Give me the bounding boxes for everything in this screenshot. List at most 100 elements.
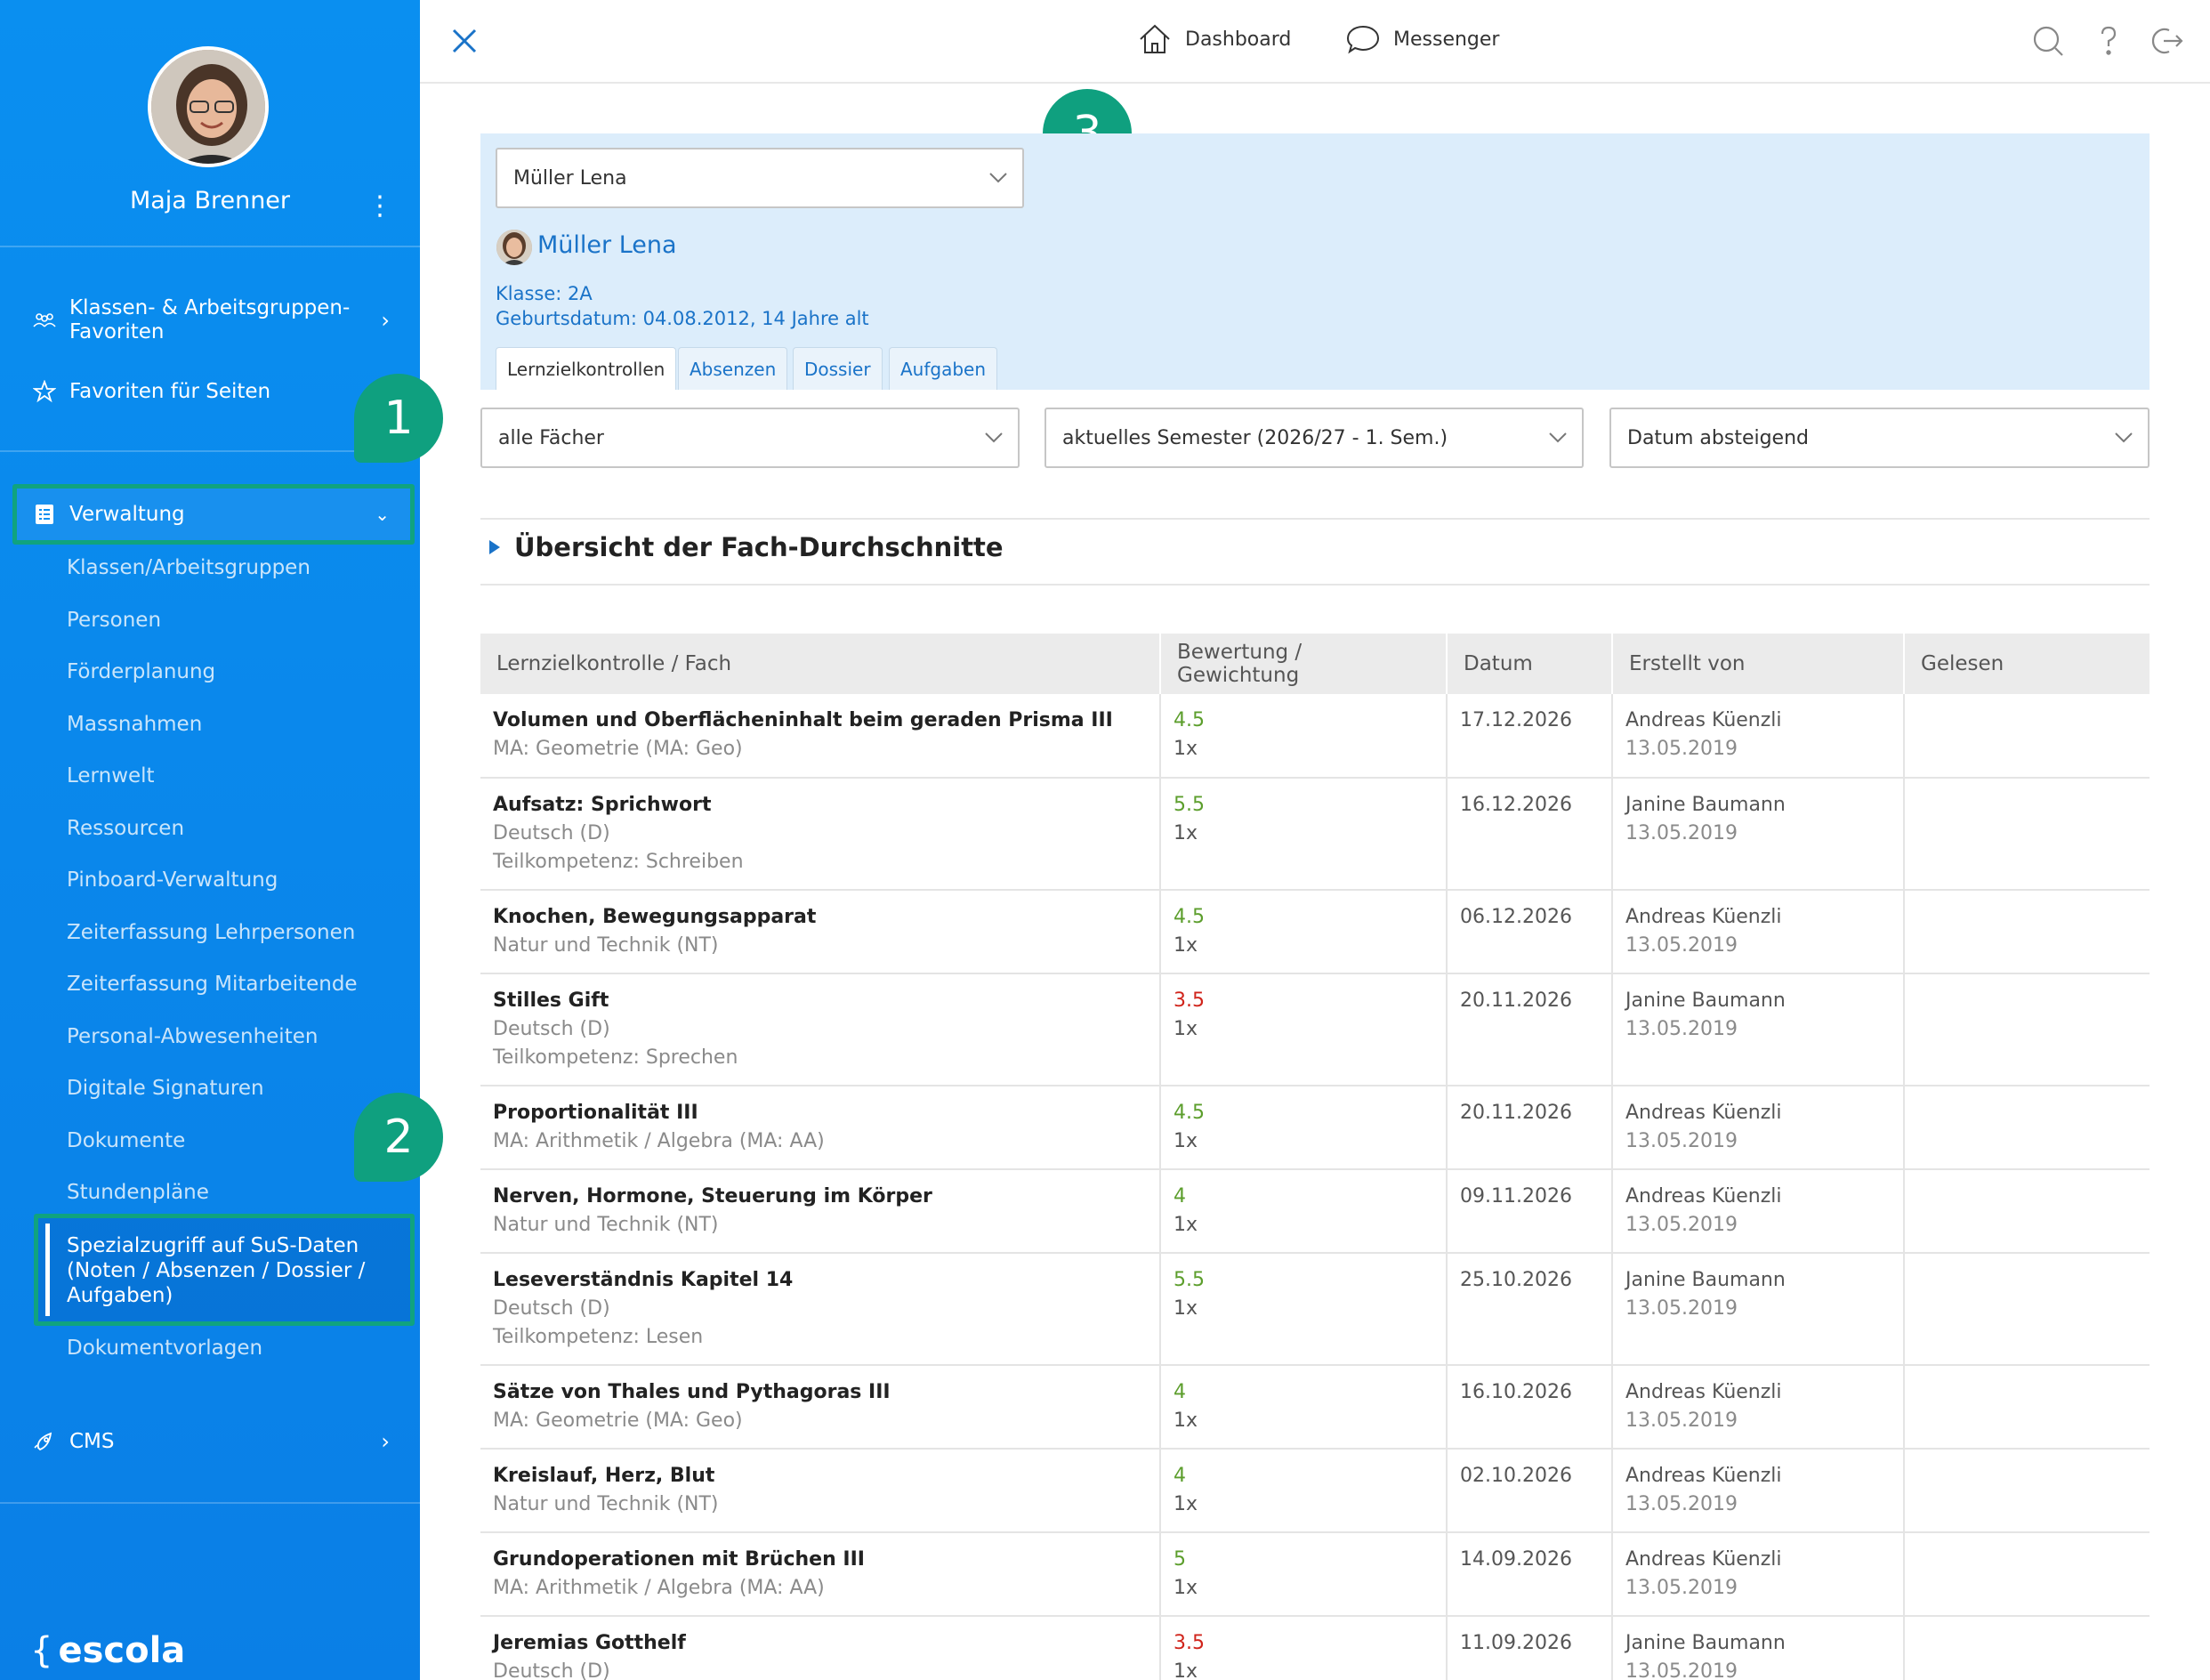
sidebar-item-class-favorites[interactable]: Klassen- & Arbeitsgruppen- Favoriten ›: [0, 294, 420, 347]
sidebar-subitem-personen[interactable]: Personen: [67, 609, 161, 632]
test-competence: Teilkompetenz: Sprechen: [493, 1046, 738, 1069]
test-title[interactable]: Volumen und Oberflächeninhalt beim gerad…: [493, 707, 1147, 735]
cell-grade: 5.5 1x: [1160, 1253, 1448, 1366]
sidebar-item-label: Klassen- & Arbeitsgruppen- Favoriten: [69, 296, 351, 343]
test-title[interactable]: Nerven, Hormone, Steuerung im Körper: [493, 1183, 1147, 1211]
sidebar-subitem-special-access[interactable]: Spezialzugriff auf SuS-Daten (Noten / Ab…: [67, 1233, 405, 1308]
student-avatar: [496, 230, 532, 265]
table-row[interactable]: Jeremias Gotthelf Deutsch (D) 3.5 1x 11.09.2…: [480, 1616, 2150, 1680]
test-subject: Deutsch (D): [493, 822, 610, 844]
table-row[interactable]: Leseverständnis Kapitel 14 Deutsch (D) Tei…: [480, 1253, 2150, 1366]
tab-lernzielkontrollen[interactable]: Lernzielkontrollen: [496, 347, 677, 390]
cell-title: Kreislauf, Herz, Blut Natur und Technik (…: [480, 1449, 1161, 1533]
table-row[interactable]: Nerven, Hormone, Steuerung im Körper Natu…: [480, 1169, 2150, 1254]
table-row[interactable]: Kreislauf, Herz, Blut Natur und Technik (…: [480, 1449, 2150, 1533]
sidebar-subitem-zeiterfassung-ma[interactable]: Zeiterfassung Mitarbeitende: [67, 973, 358, 996]
cell-read: [1904, 1449, 2150, 1533]
grade-value: 4.5: [1174, 906, 1205, 928]
column-header-grade[interactable]: Bewertung / Gewichtung: [1160, 634, 1448, 694]
author-name: Janine Baumann: [1625, 1632, 1786, 1654]
nav-messenger[interactable]: Messenger: [1345, 21, 1499, 57]
sidebar-subitem-massnahmen[interactable]: Massnahmen: [67, 713, 202, 736]
column-header-author[interactable]: Erstellt von: [1612, 634, 1905, 694]
test-title[interactable]: Sätze von Thales und Pythagoras III: [493, 1378, 1147, 1407]
grade-weight: 1x: [1174, 1660, 1198, 1680]
author-name: Andreas Küenzli: [1625, 709, 1782, 731]
sidebar-subitem-foerderplanung[interactable]: Förderplanung: [67, 660, 215, 683]
test-date: 06.12.2026: [1460, 906, 1572, 928]
table-row[interactable]: Stilles Gift Deutsch (D) Teilkompetenz: Sp…: [480, 973, 2150, 1086]
user-menu-icon[interactable]: ⋮: [367, 190, 393, 222]
sidebar-item-verwaltung[interactable]: Verwaltung ⌄: [0, 495, 420, 534]
close-icon[interactable]: [447, 23, 482, 59]
tab-dossier[interactable]: Dossier: [793, 347, 883, 390]
cell-grade: 3.5 1x: [1160, 973, 1448, 1086]
grade-weight: 1x: [1174, 934, 1198, 957]
overview-toggle[interactable]: Übersicht der Fach-Durchschnitte: [488, 532, 1004, 562]
test-subject: Deutsch (D): [493, 1297, 610, 1320]
table-row[interactable]: Volumen und Oberflächeninhalt beim gerad…: [480, 694, 2150, 779]
sidebar-item-cms[interactable]: CMS ›: [0, 1424, 420, 1459]
sidebar-subitem-personal-abwesenheiten[interactable]: Personal-Abwesenheiten: [67, 1025, 318, 1048]
sidebar-subitem-zeiterfassung-lp[interactable]: Zeiterfassung Lehrpersonen: [67, 921, 355, 944]
test-title[interactable]: Stilles Gift: [493, 987, 1147, 1015]
table-row[interactable]: Proportionalität III MA: Arithmetik / Alg…: [480, 1086, 2150, 1170]
callout-1: 1: [354, 374, 443, 463]
test-title[interactable]: Leseverständnis Kapitel 14: [493, 1266, 1147, 1295]
sidebar-subitem-stundenplaene[interactable]: Stundenpläne: [67, 1181, 209, 1204]
sidebar-subitem-klassen[interactable]: Klassen/Arbeitsgruppen: [67, 556, 311, 579]
sidebar-subitem-digitale-signaturen[interactable]: Digitale Signaturen: [67, 1077, 264, 1100]
table-row[interactable]: Sätze von Thales und Pythagoras III MA: G…: [480, 1365, 2150, 1450]
student-name-link[interactable]: Müller Lena: [537, 231, 677, 259]
sidebar-subitem-lernwelt[interactable]: Lernwelt: [67, 764, 155, 788]
table-row[interactable]: Aufsatz: Sprichwort Deutsch (D) Teilkompet…: [480, 778, 2150, 891]
created-date: 13.05.2019: [1625, 1493, 1738, 1515]
logout-icon[interactable]: [2150, 23, 2185, 59]
test-subject: Natur und Technik (NT): [493, 1493, 719, 1515]
grade-value: 5.5: [1174, 1269, 1205, 1291]
tab-absenzen[interactable]: Absenzen: [678, 347, 788, 390]
search-icon[interactable]: [2030, 23, 2066, 59]
test-title[interactable]: Grundoperationen mit Brüchen III: [493, 1546, 1147, 1574]
grade-weight: 1x: [1174, 1130, 1198, 1152]
column-header-title[interactable]: Lernzielkontrolle / Fach: [480, 634, 1161, 694]
sidebar-subitem-ressourcen[interactable]: Ressourcen: [67, 817, 184, 840]
sidebar-subitem-pinboard[interactable]: Pinboard-Verwaltung: [67, 868, 278, 892]
grade-weight: 1x: [1174, 822, 1198, 844]
author-name: Andreas Küenzli: [1625, 1465, 1782, 1487]
test-title[interactable]: Knochen, Bewegungsapparat: [493, 903, 1147, 932]
user-avatar[interactable]: [148, 46, 269, 167]
test-title[interactable]: Jeremias Gotthelf: [493, 1629, 1147, 1658]
help-icon[interactable]: [2091, 23, 2126, 59]
callout-2: 2: [354, 1093, 443, 1182]
sidebar-subitem-dokumentvorlagen[interactable]: Dokumentvorlagen: [67, 1337, 262, 1360]
chevron-down-icon: [2115, 432, 2133, 443]
student-select[interactable]: Müller Lena: [496, 148, 1024, 208]
cell-title: Leseverständnis Kapitel 14 Deutsch (D) Tei…: [480, 1253, 1161, 1366]
cell-title: Volumen und Oberflächeninhalt beim gerad…: [480, 694, 1161, 779]
sort-select[interactable]: Datum absteigend: [1609, 408, 2150, 468]
test-title[interactable]: Kreislauf, Herz, Blut: [493, 1462, 1147, 1490]
test-date: 20.11.2026: [1460, 989, 1572, 1012]
column-header-date[interactable]: Datum: [1447, 634, 1613, 694]
nav-dashboard[interactable]: Dashboard: [1137, 21, 1291, 57]
sidebar-subitem-dokumente[interactable]: Dokumente: [67, 1129, 185, 1152]
cell-title: Sätze von Thales und Pythagoras III MA: G…: [480, 1365, 1161, 1450]
rocket-icon: [28, 1426, 60, 1458]
test-title[interactable]: Proportionalität III: [493, 1099, 1147, 1127]
sidebar-item-label: Favoriten für Seiten: [69, 379, 271, 403]
cell-read: [1904, 1253, 2150, 1366]
table-row[interactable]: Grundoperationen mit Brüchen III MA: Arit…: [480, 1532, 2150, 1617]
table-row[interactable]: Knochen, Bewegungsapparat Natur und Techn…: [480, 890, 2150, 974]
cell-title: Proportionalität III MA: Arithmetik / Alg…: [480, 1086, 1161, 1170]
grades-table: Lernzielkontrolle / Fach Bewertung / Gew…: [480, 634, 2150, 1680]
created-date: 13.05.2019: [1625, 822, 1738, 844]
clipboard-list-icon: [28, 498, 60, 530]
escola-logo: {escola: [30, 1630, 186, 1671]
semester-filter-select[interactable]: aktuelles Semester (2026/27 - 1. Sem.): [1045, 408, 1584, 468]
subject-filter-select[interactable]: alle Fächer: [480, 408, 1020, 468]
column-header-read[interactable]: Gelesen: [1904, 634, 2150, 694]
test-title[interactable]: Aufsatz: Sprichwort: [493, 791, 1147, 820]
tab-aufgaben[interactable]: Aufgaben: [889, 347, 998, 390]
cell-read: [1904, 694, 2150, 779]
